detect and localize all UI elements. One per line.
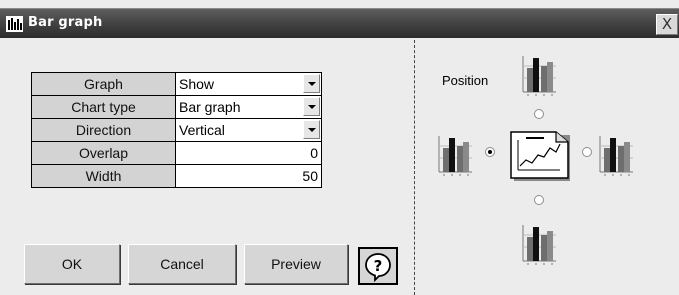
position-left-radio[interactable] [485,147,495,157]
ok-button[interactable]: OK [24,244,120,284]
width-value: 50 [302,168,318,184]
property-label-width: Width [31,164,176,188]
property-row-overlap: Overlap 0 [31,141,322,165]
window-title: Bar graph [28,15,103,30]
position-label: Position [442,73,489,88]
close-button[interactable]: X [656,14,678,35]
property-row-chart-type: Chart type Bar graph [31,95,322,119]
position-bottom-radio[interactable] [534,195,544,205]
chevron-down-icon[interactable] [303,74,320,93]
direction-select-value: Vertical [179,122,225,138]
chart-type-select-value: Bar graph [179,99,241,115]
property-label-graph: Graph [31,72,176,96]
position-bottom-preview-icon [522,225,556,265]
bar-graph-dialog: Bar graph X Graph Show Chart type Bar gr… [0,0,679,295]
graph-select-value: Show [179,76,215,92]
overlap-value: 0 [310,145,318,161]
direction-select[interactable]: Vertical [175,118,322,142]
property-grid: Graph Show Chart type Bar graph Directio… [31,72,322,188]
position-left-preview-icon [438,136,472,176]
svg-text:?: ? [374,257,383,275]
chevron-down-icon[interactable] [303,97,320,116]
overlap-field[interactable]: 0 [175,141,322,165]
graph-select[interactable]: Show [175,72,322,96]
panel-divider [414,40,415,295]
property-row-graph: Graph Show [31,72,322,96]
property-row-width: Width 50 [31,164,322,188]
position-top-preview-icon [522,56,556,96]
position-right-preview-icon [599,136,633,176]
chevron-down-icon[interactable] [303,120,320,139]
title-bar[interactable]: Bar graph X [0,8,679,38]
chart-preview-icon [510,131,570,181]
property-label-direction: Direction [31,118,176,142]
help-button[interactable]: ? [358,247,398,285]
question-mark-icon: ? [365,253,391,282]
property-row-direction: Direction Vertical [31,118,322,142]
position-top-radio[interactable] [534,109,544,119]
property-label-overlap: Overlap [31,141,176,165]
preview-button[interactable]: Preview [244,244,348,284]
width-field[interactable]: 50 [175,164,322,188]
position-right-radio[interactable] [582,147,592,157]
property-label-chart-type: Chart type [31,95,176,119]
close-icon: X [661,15,673,33]
bar-chart-icon [6,16,23,32]
chart-type-select[interactable]: Bar graph [175,95,322,119]
cancel-button[interactable]: Cancel [128,244,236,284]
